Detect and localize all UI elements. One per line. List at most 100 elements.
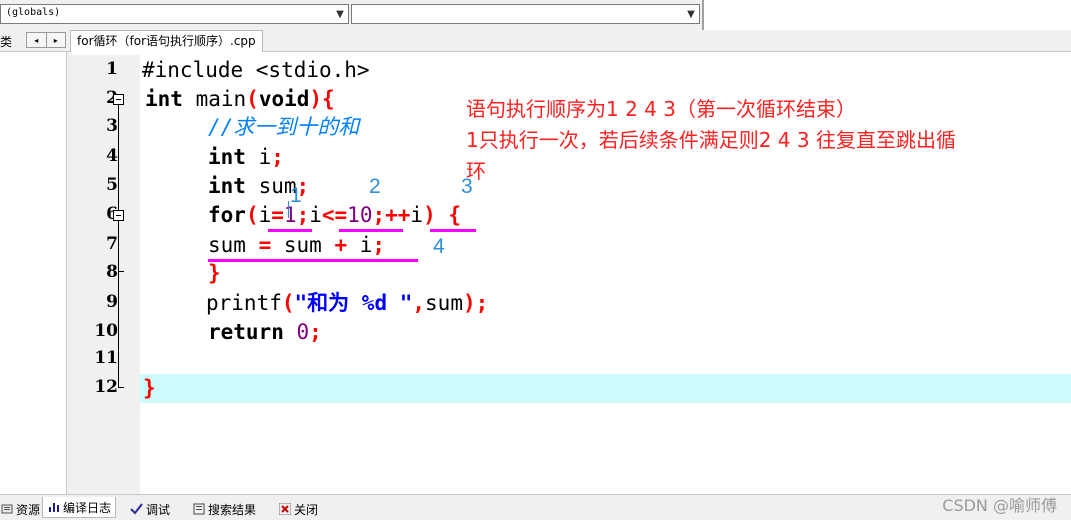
operator: ++ — [385, 203, 411, 227]
annotation-underline-condition — [339, 229, 403, 232]
annotation-note-line-2: 1只执行一次，若后续条件满足则2 4 3 往复直至跳出循 — [466, 128, 956, 152]
annotation-underline-body — [208, 259, 418, 262]
watermark: CSDN @喻师傅 — [942, 496, 1057, 515]
identifier: i — [309, 203, 322, 227]
preprocessor-directive: #include <stdio.h> — [142, 58, 370, 82]
keyword: int — [145, 87, 183, 111]
resource-icon — [0, 503, 13, 516]
tab-label: 调试 — [146, 502, 171, 517]
current-line-highlight — [140, 374, 1071, 403]
paren: ( — [246, 87, 259, 111]
identifier: i — [258, 203, 272, 227]
comma: , — [412, 291, 426, 315]
tab-classes[interactable]: 类 — [0, 33, 12, 50]
annotation-note-line-3: 环 — [466, 159, 486, 183]
line-number: 7 — [106, 234, 118, 254]
identifier: main — [182, 87, 247, 111]
code-line-4: int i; — [208, 143, 284, 172]
tab-resources[interactable]: 资源 — [0, 499, 40, 519]
code-line-3: //求一到十的和 — [208, 113, 359, 142]
identifier: sum — [425, 291, 463, 315]
code-line-2: int main(void){ — [145, 85, 335, 114]
close-icon — [278, 503, 291, 516]
tab-label: 资源 — [16, 502, 41, 517]
identifier: printf — [206, 291, 282, 315]
operator: <= — [321, 203, 348, 227]
annotation-note-line-1: 语句执行顺序为1 2 4 3（第一次循环结束） — [466, 97, 856, 121]
identifier: i — [410, 203, 424, 227]
paren: ( — [245, 203, 259, 227]
paren: ( — [281, 291, 295, 315]
editor-file-tab[interactable]: for循环（for语句执行顺序）.cpp — [70, 30, 263, 52]
tab-nav-buttons: ◂ ▸ — [26, 32, 66, 48]
fold-end-tick — [118, 271, 124, 272]
semicolon: ; — [475, 291, 489, 315]
class-browser-panel[interactable] — [0, 52, 67, 494]
semicolon: ; — [271, 145, 284, 169]
number-literal: 10 — [347, 203, 373, 227]
identifier: sum — [271, 233, 335, 257]
string-literal: "和为 %d " — [294, 291, 413, 315]
paren: ) — [423, 203, 436, 227]
line-number: 8 — [106, 262, 118, 282]
toolbar-divider — [702, 0, 704, 30]
tab-search-results[interactable]: 搜索结果 — [192, 499, 256, 519]
identifier: sum — [208, 233, 259, 257]
identifier: sum — [245, 174, 297, 198]
bottom-tab-bar: 资源 编译日志 调试 搜索结果 关闭 — [0, 494, 1071, 520]
keyword: for — [208, 203, 246, 227]
check-icon — [130, 503, 143, 516]
line-number: 9 — [106, 292, 118, 312]
number-literal: 0 — [283, 320, 310, 344]
chevron-down-icon[interactable]: ▼ — [683, 5, 699, 23]
line-number: 10 — [94, 321, 118, 341]
tab-label: 搜索结果 — [208, 502, 257, 517]
tab-debug[interactable]: 调试 — [130, 499, 170, 519]
tab-label: 关闭 — [294, 502, 319, 517]
tab-close[interactable]: 关闭 — [278, 499, 318, 519]
tab-next-button[interactable]: ▸ — [45, 33, 66, 47]
scope-combo-value: (globals) — [6, 7, 61, 18]
code-line-9: printf("和为 %d ",sum); — [206, 289, 488, 318]
chevron-down-icon[interactable]: ▼ — [332, 5, 348, 23]
brace: } — [143, 376, 156, 400]
annotation-underline-increment — [430, 229, 476, 232]
brace: { — [435, 203, 462, 227]
fold-collapse-icon[interactable] — [113, 210, 124, 221]
member-combo[interactable]: ▼ — [351, 4, 700, 24]
line-number: 3 — [106, 116, 118, 136]
operator: + — [334, 233, 348, 257]
annotation-pointer — [288, 201, 289, 218]
line-number: 12 — [94, 377, 118, 397]
tab-prev-button[interactable]: ◂ — [27, 33, 46, 47]
identifier: i — [245, 145, 272, 169]
tab-compile-log[interactable]: 编译日志 — [42, 497, 117, 518]
scope-combo[interactable]: (globals) ▼ — [0, 4, 349, 24]
annotation-step-2: 2 — [369, 175, 381, 198]
fold-collapse-icon[interactable] — [113, 94, 124, 105]
fold-end-tick — [118, 387, 124, 388]
paren: ) — [309, 87, 323, 111]
keyword: int — [208, 174, 246, 198]
paren: ) — [462, 291, 476, 315]
keyword: int — [208, 145, 246, 169]
keyword: void — [258, 87, 310, 111]
identifier: i — [347, 233, 373, 257]
tab-label: 编译日志 — [63, 500, 112, 515]
code-line-7: sum = sum + i; — [208, 231, 385, 260]
semicolon: ; — [372, 203, 386, 227]
fold-guide-line — [118, 98, 119, 388]
code-line-1: #include <stdio.h> — [142, 56, 370, 85]
line-number: 11 — [94, 348, 118, 368]
toolbar-empty-area — [702, 0, 1071, 30]
line-number: 2 — [78, 88, 118, 108]
bar-chart-icon — [47, 501, 60, 514]
semicolon: ; — [309, 320, 322, 344]
annotation-underline-init — [268, 229, 312, 232]
annotation-step-1: 1 — [290, 184, 302, 207]
code-line-6: for(i=1;i<=10;++i) { — [208, 201, 461, 230]
search-results-icon — [192, 503, 205, 516]
code-line-8: } — [208, 259, 221, 288]
line-number: 6 — [78, 204, 118, 224]
tab-row: 类 ◂ ▸ for循环（for语句执行顺序）.cpp — [0, 30, 1071, 52]
